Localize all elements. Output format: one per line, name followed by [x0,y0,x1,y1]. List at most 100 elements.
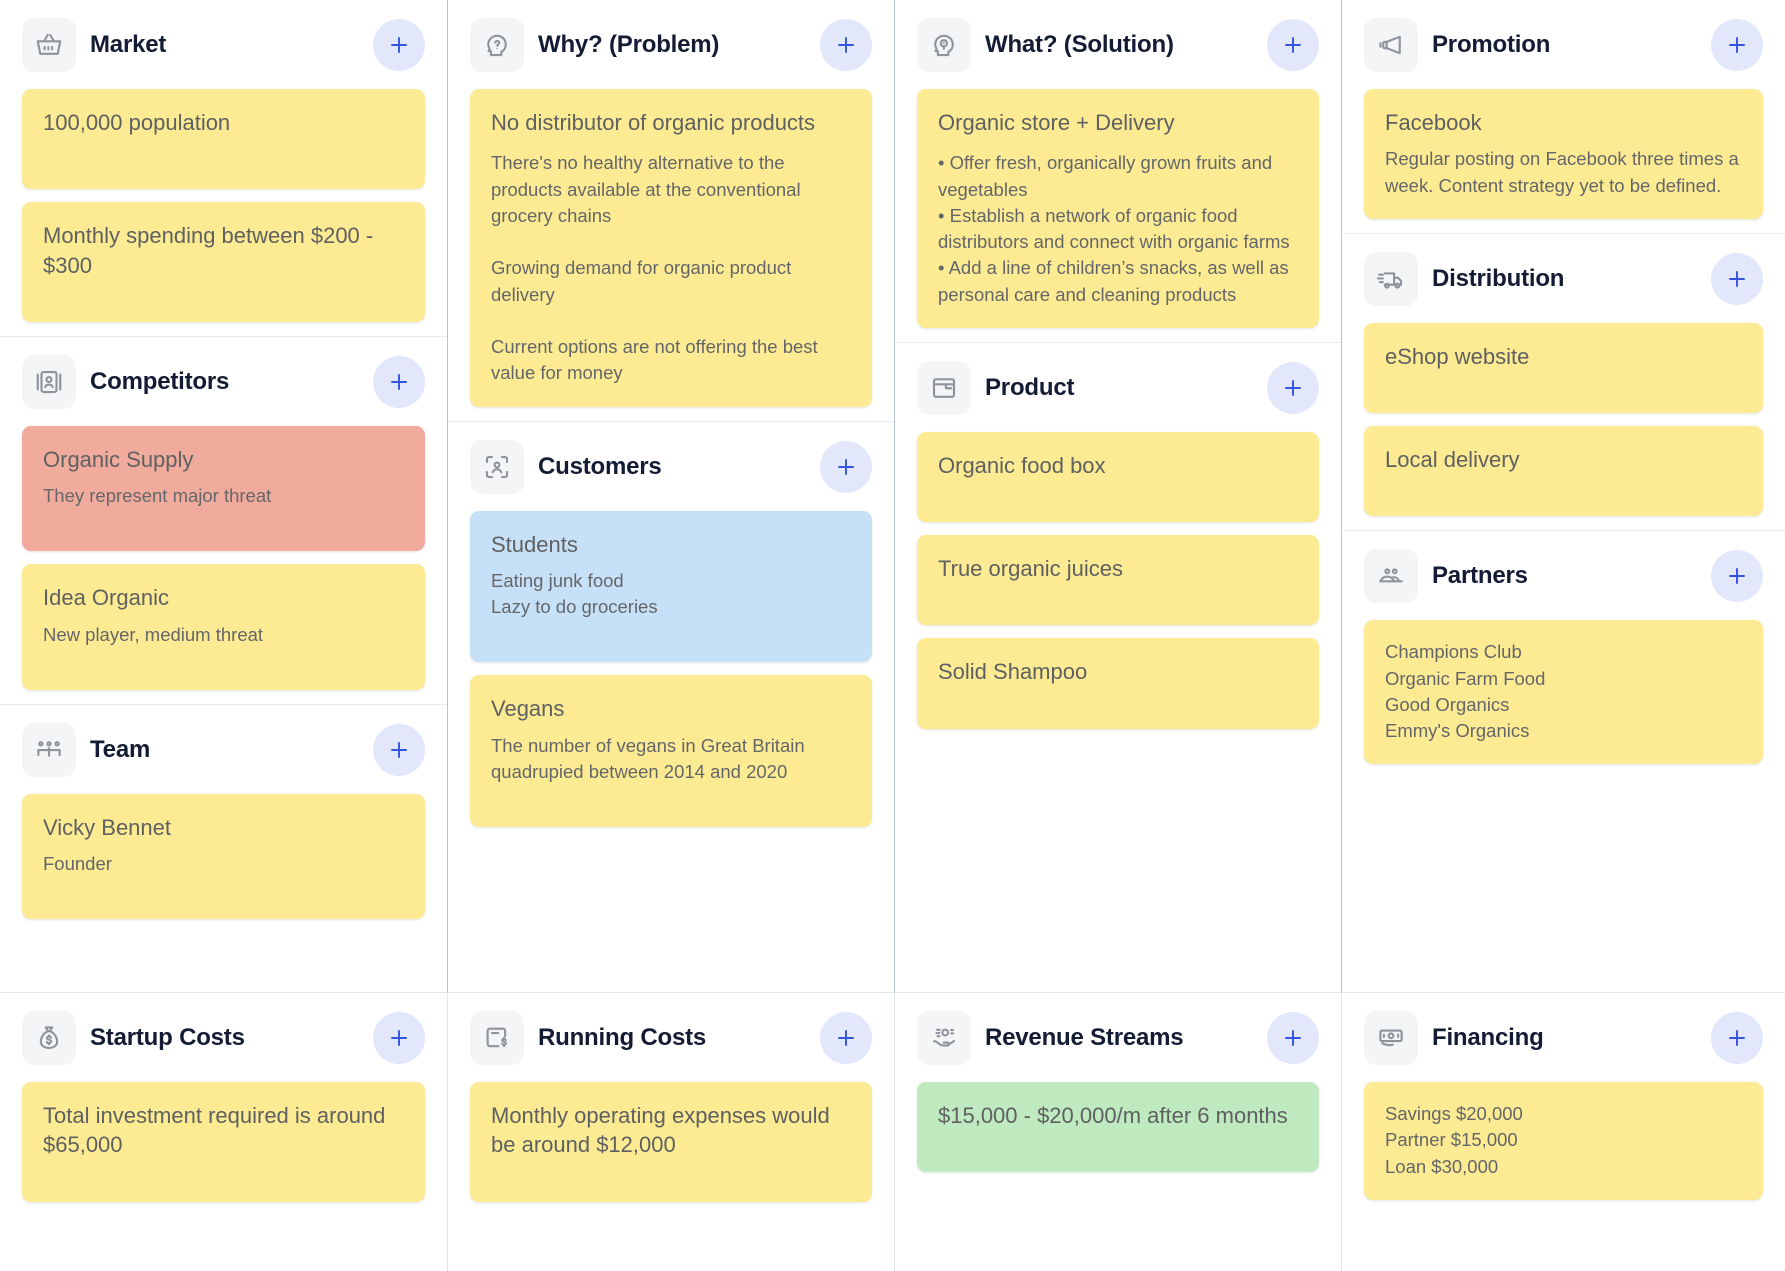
card-title: True organic juices [938,556,1124,582]
card-item[interactable]: Facebook Regular posting on Facebook thr… [1364,89,1763,219]
money-bag-icon [22,1011,76,1065]
canvas-bottom-column-startup: Startup Costs Total investment required … [0,993,447,1271]
card-body: • Offer fresh, organically grown fruits … [938,152,1290,305]
card-item[interactable]: Total investment required is around $65,… [22,1082,425,1202]
add-card-button-financing[interactable] [1711,1012,1763,1064]
card-item[interactable]: 100,000 population [22,89,425,190]
customer-frame-icon [470,439,524,494]
team-people-icon [22,722,76,777]
card-item[interactable]: True organic juices [917,535,1319,626]
block-title: Running Costs [538,1024,707,1051]
card-list: eShop website Local delivery [1364,322,1763,517]
card-body: Founder [43,853,112,875]
card-item[interactable]: Organic Supply They represent major thre… [22,425,425,552]
add-card-button-distribution[interactable] [1711,252,1763,305]
card-list: Vicky Bennet Founder [22,793,425,920]
block-running-costs: Running Costs Monthly operating expenses… [448,993,894,1271]
block-header: Customers [470,439,872,494]
block-header: What? (Solution) [917,18,1319,72]
block-title: Why? (Problem) [538,31,720,58]
block-header: Partners [1364,549,1763,604]
add-card-button-promotion[interactable] [1711,19,1763,71]
card-item[interactable]: Students Eating junk food Lazy to do gro… [470,510,872,663]
canvas-bottom-column-revenue: Revenue Streams $15,000 - $20,000/m afte… [894,993,1341,1271]
block-revenue-streams: Revenue Streams $15,000 - $20,000/m afte… [895,993,1341,1271]
block-title: Financing [1432,1024,1544,1051]
business-model-canvas: Market 100,000 population Monthly spendi… [0,0,1785,1271]
add-card-button-customers[interactable] [820,440,872,493]
card-list: 100,000 population Monthly spending betw… [22,89,425,322]
card-title: Vicky Bennet [43,814,172,840]
card-item[interactable]: Local delivery [1364,426,1763,517]
card-body: There's no healthy alternative to the pr… [491,152,818,384]
card-item[interactable]: Monthly operating expenses would be arou… [470,1082,872,1202]
invoice-dollar-icon [470,1011,524,1065]
card-body: They represent major threat [43,485,272,506]
add-card-button-partners[interactable] [1711,550,1763,603]
block-market: Market 100,000 population Monthly spendi… [0,0,447,336]
card-list: Facebook Regular posting on Facebook thr… [1364,89,1763,219]
card-list: Savings $20,000 Partner $15,000 Loan $30… [1364,1082,1763,1200]
card-item[interactable]: $15,000 - $20,000/m after 6 months [917,1082,1319,1173]
canvas-top-region: Market 100,000 population Monthly spendi… [0,0,1785,993]
add-card-button-market[interactable] [373,19,425,71]
add-card-button-what-solution[interactable] [1267,19,1319,71]
block-startup-costs: Startup Costs Total investment required … [0,993,447,1271]
add-card-button-product[interactable] [1267,361,1319,414]
block-header: Why? (Problem) [470,18,872,72]
add-card-button-running-costs[interactable] [820,1012,872,1064]
card-body: The number of vegans in Great Britain qu… [491,734,805,782]
megaphone-icon [1364,18,1418,72]
card-item[interactable]: Monthly spending between $200 - $300 [22,202,425,322]
canvas-bottom-column-running: Running Costs Monthly operating expenses… [447,993,894,1271]
block-partners: Partners Champions Club Organic Farm Foo… [1342,530,1785,992]
card-item[interactable]: Organic store + Delivery • Offer fresh, … [917,89,1319,328]
block-why-problem: Why? (Problem) No distributor of organic… [448,0,894,421]
block-what-solution: What? (Solution) Organic store + Deliver… [895,0,1341,342]
add-card-button-why-problem[interactable] [820,19,872,71]
block-title: Revenue Streams [985,1024,1184,1051]
block-title: Customers [538,452,662,480]
block-competitors: Competitors Organic Supply They represen… [0,335,447,704]
card-body: Regular posting on Facebook three times … [1385,148,1739,196]
block-header: Promotion [1364,18,1763,72]
canvas-column-what: What? (Solution) Organic store + Deliver… [894,0,1341,992]
block-customers: Customers Students Eating junk food Lazy… [448,420,894,992]
card-list: Champions Club Organic Farm Food Good Or… [1364,620,1763,765]
add-card-button-team[interactable] [373,723,425,776]
card-title: Monthly spending between $200 - $300 [43,223,374,278]
block-title: Startup Costs [90,1024,245,1051]
card-item[interactable]: Organic food box [917,431,1319,523]
card-item[interactable]: Vicky Bennet Founder [22,793,425,920]
card-list: Organic Supply They represent major thre… [22,425,425,690]
product-box-icon [917,360,971,415]
card-title: Vegans [491,696,565,722]
card-item[interactable]: eShop website [1364,322,1763,414]
card-item[interactable]: No distributor of organic products There… [470,89,872,407]
card-item[interactable]: Champions Club Organic Farm Food Good Or… [1364,620,1763,765]
card-item[interactable]: Solid Shampoo [917,638,1319,729]
card-item[interactable]: Savings $20,000 Partner $15,000 Loan $30… [1364,1082,1763,1200]
card-item[interactable]: Vegans The number of vegans in Great Bri… [470,675,872,828]
block-header: Team [22,722,425,777]
add-card-button-competitors[interactable] [373,355,425,408]
card-title: Monthly operating expenses would be arou… [491,1103,830,1158]
card-list: $15,000 - $20,000/m after 6 months [917,1082,1319,1173]
card-title: Organic Supply [43,446,194,472]
banknote-icon [1364,1011,1418,1065]
block-title: What? (Solution) [985,31,1174,58]
card-item[interactable]: Idea Organic New player, medium threat [22,564,425,690]
card-list: Students Eating junk food Lazy to do gro… [470,510,872,828]
card-body: Eating junk food Lazy to do groceries [491,569,658,618]
card-title: Organic store + Delivery [938,110,1175,135]
add-card-button-revenue-streams[interactable] [1267,1012,1319,1064]
block-product: Product Organic food box True organic ju… [895,341,1341,992]
block-title: Team [90,735,151,763]
card-list: Organic food box True organic juices Sol… [917,431,1319,729]
card-title: Total investment required is around $65,… [43,1103,386,1158]
add-card-button-startup-costs[interactable] [373,1012,425,1064]
canvas-bottom-region: Startup Costs Total investment required … [0,993,1785,1271]
block-title: Market [90,31,167,58]
card-list: Organic store + Delivery • Offer fresh, … [917,89,1319,328]
card-list: Total investment required is around $65,… [22,1082,425,1202]
